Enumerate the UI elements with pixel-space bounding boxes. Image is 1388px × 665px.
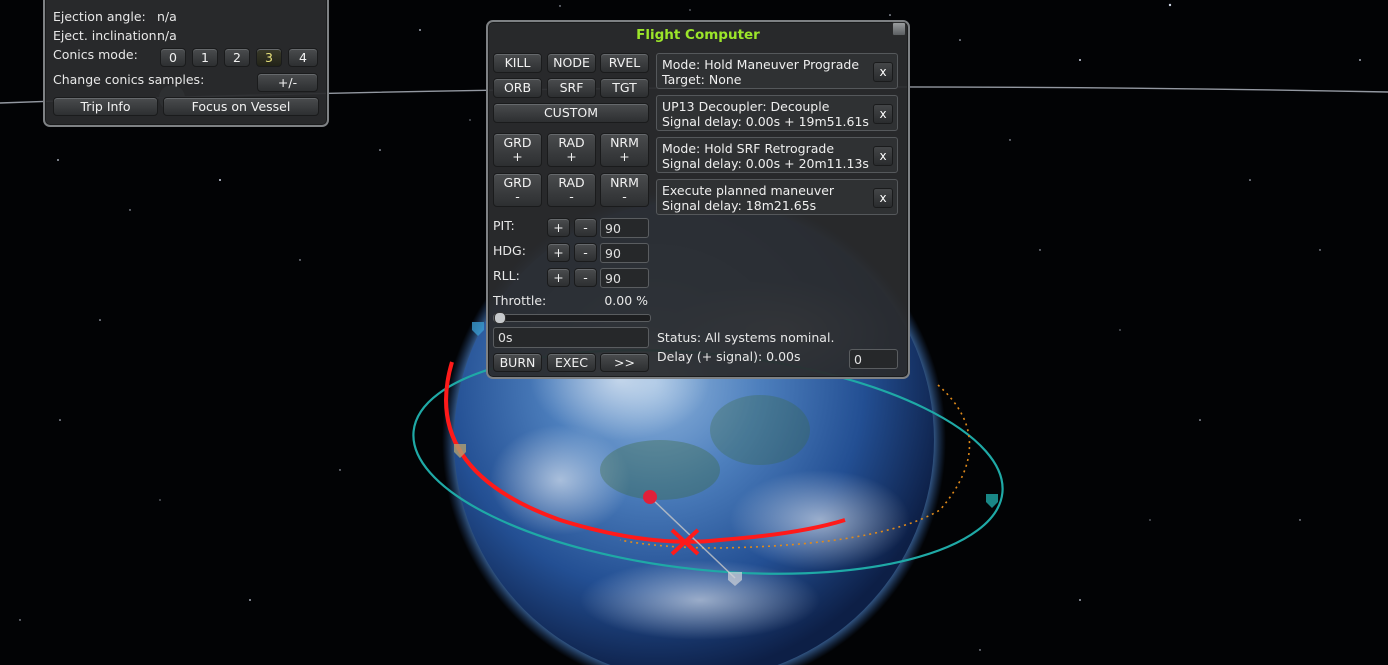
queue-item-remove-button[interactable]: x [873, 62, 893, 82]
signal-delay-label: Delay (+ signal): 0.00s [657, 349, 801, 364]
roll-plus-button[interactable]: + [547, 268, 570, 287]
status-text: Status: All systems nominal. [657, 330, 835, 345]
roll-minus-button[interactable]: - [574, 268, 597, 287]
conics-mode-3-button[interactable]: 3 [256, 48, 282, 67]
roll-input[interactable]: 90 [600, 268, 649, 288]
vessel-marker [643, 490, 657, 504]
rad-plus-top: RAD [558, 135, 585, 150]
throttle-label: Throttle: [493, 293, 547, 308]
heading-label: HDG: [493, 243, 526, 258]
nrm-minus-top: NRM [610, 175, 639, 190]
queue-item: UP13 Decoupler: Decouple Signal delay: 0… [656, 95, 898, 131]
nrm-minus-button[interactable]: NRM - [600, 173, 649, 207]
eject-inclination-label: Eject. inclination: [53, 28, 161, 43]
throttle-slider-thumb[interactable] [494, 312, 506, 324]
orb-button[interactable]: ORB [493, 78, 542, 98]
change-conics-samples-label: Change conics samples: [53, 72, 205, 87]
roll-label: RLL: [493, 268, 520, 283]
rad-minus-bottom: - [569, 189, 574, 204]
flight-computer-title: Flight Computer [636, 27, 760, 43]
throttle-slider[interactable] [493, 312, 651, 324]
heading-input[interactable]: 90 [600, 243, 649, 263]
queue-item-remove-button[interactable]: x [873, 104, 893, 124]
pitch-minus-button[interactable]: - [574, 218, 597, 237]
orbit-info-panel: Ejection angle: n/a Eject. inclination: … [43, 0, 329, 127]
queue-item: Execute planned maneuver Signal delay: 1… [656, 179, 898, 215]
conics-mode-2-button[interactable]: 2 [224, 48, 250, 67]
window-resize-handle[interactable] [892, 22, 906, 36]
queue-item-title: UP13 Decoupler: Decouple [662, 99, 830, 114]
burn-duration-input[interactable]: 0s [493, 327, 649, 348]
pitch-plus-button[interactable]: + [547, 218, 570, 237]
burn-button[interactable]: BURN [493, 353, 542, 372]
nrm-plus-top: NRM [610, 135, 639, 150]
rad-minus-button[interactable]: RAD - [547, 173, 596, 207]
grd-minus-bottom: - [515, 189, 520, 204]
queue-item-detail: Signal delay: 0.00s + 20m11.13s [662, 156, 869, 171]
tgt-button[interactable]: TGT [600, 78, 649, 98]
srf-button[interactable]: SRF [547, 78, 596, 98]
conics-mode-0-button[interactable]: 0 [160, 48, 186, 67]
exec-button[interactable]: EXEC [547, 353, 596, 372]
queue-item-detail: Signal delay: 0.00s + 19m51.61s [662, 114, 869, 129]
queue-item-title: Mode: Hold SRF Retrograde [662, 141, 835, 156]
custom-button[interactable]: CUSTOM [493, 103, 649, 123]
trip-info-button[interactable]: Trip Info [53, 97, 158, 116]
eject-inclination-value: n/a [157, 28, 177, 43]
queue-item: Mode: Hold Maneuver Prograde Target: Non… [656, 53, 898, 89]
focus-on-vessel-button[interactable]: Focus on Vessel [163, 97, 319, 116]
rvel-button[interactable]: RVEL [600, 53, 649, 73]
grd-plus-top: GRD [503, 135, 532, 150]
rad-minus-top: RAD [558, 175, 585, 190]
queue-item-title: Mode: Hold Maneuver Prograde [662, 57, 860, 72]
delay-input[interactable]: 0 [849, 349, 898, 369]
apoapsis-marker [986, 494, 998, 508]
heading-minus-button[interactable]: - [574, 243, 597, 262]
heading-plus-button[interactable]: + [547, 243, 570, 262]
grd-minus-button[interactable]: GRD - [493, 173, 542, 207]
queue-item-detail: Target: None [662, 72, 742, 87]
kill-button[interactable]: KILL [493, 53, 542, 73]
conics-mode-4-button[interactable]: 4 [288, 48, 318, 67]
grd-minus-top: GRD [503, 175, 532, 190]
ejection-angle-label: Ejection angle: [53, 9, 146, 24]
pitch-input[interactable]: 90 [600, 218, 649, 238]
rad-plus-bottom: + [566, 149, 577, 164]
throttle-value: 0.00 % [604, 293, 648, 308]
conics-mode-1-button[interactable]: 1 [192, 48, 218, 67]
grd-plus-bottom: + [512, 149, 523, 164]
nrm-plus-button[interactable]: NRM + [600, 133, 649, 167]
rad-plus-button[interactable]: RAD + [547, 133, 596, 167]
nrm-plus-bottom: + [619, 149, 630, 164]
expand-queue-button[interactable]: >> [600, 353, 649, 372]
grd-plus-button[interactable]: GRD + [493, 133, 542, 167]
ejection-angle-value: n/a [157, 9, 177, 24]
queue-item-title: Execute planned maneuver [662, 183, 835, 198]
nrm-minus-bottom: - [622, 189, 627, 204]
conics-mode-label: Conics mode: [53, 47, 138, 62]
queue-item: Mode: Hold SRF Retrograde Signal delay: … [656, 137, 898, 173]
queue-item-remove-button[interactable]: x [873, 146, 893, 166]
node-button[interactable]: NODE [547, 53, 596, 73]
conics-samples-toggle-button[interactable]: +/- [257, 73, 318, 92]
queue-item-remove-button[interactable]: x [873, 188, 893, 208]
pitch-label: PIT: [493, 218, 515, 233]
queue-item-detail: Signal delay: 18m21.65s [662, 198, 817, 213]
